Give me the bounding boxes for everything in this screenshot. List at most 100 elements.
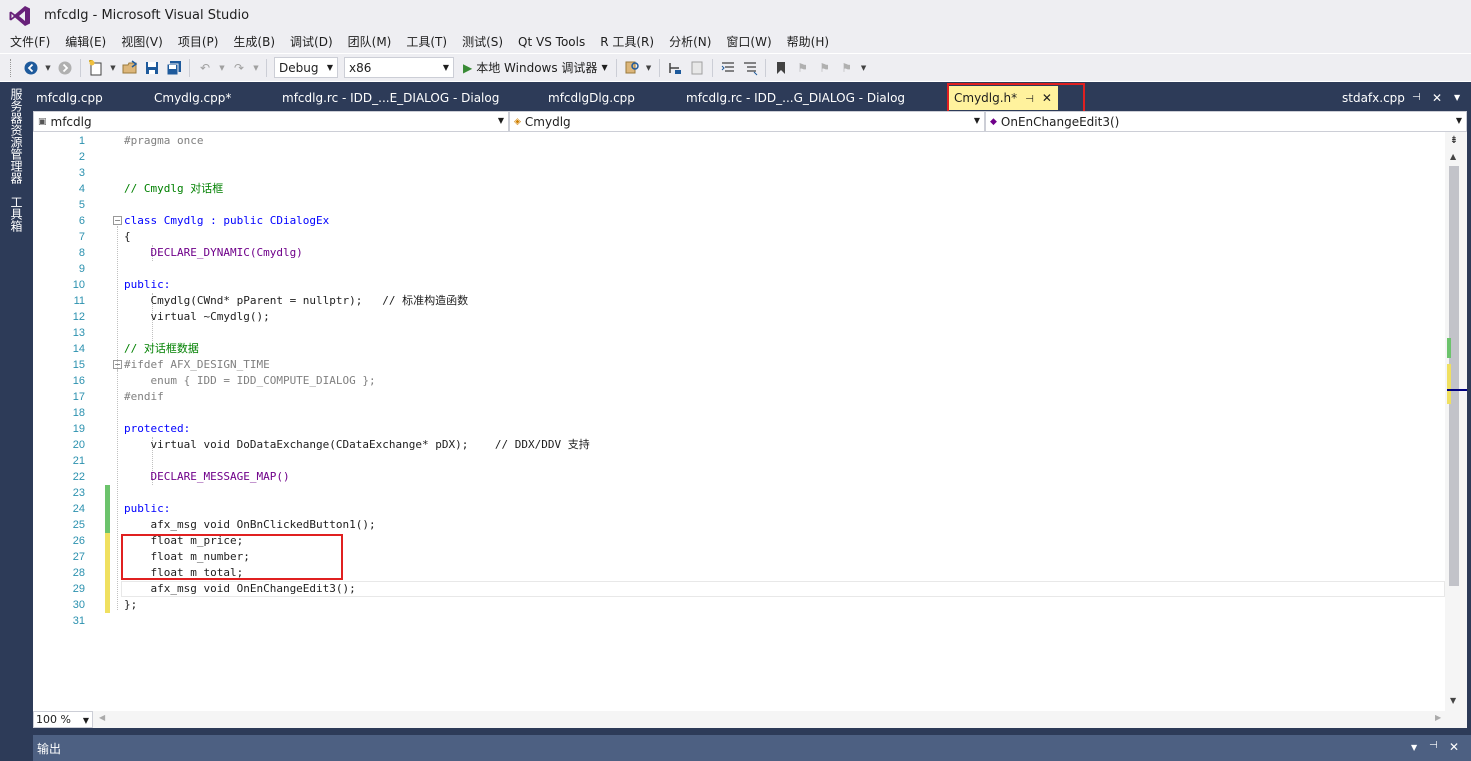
menu-debug[interactable]: 调试(D) — [284, 31, 339, 53]
overflow-icon[interactable]: ▼ — [645, 59, 653, 77]
save-icon[interactable] — [143, 59, 161, 77]
solution-platform-select[interactable]: x86 ▼ — [344, 57, 454, 78]
class-dropdown[interactable]: ◈ Cmydlg ▼ — [509, 111, 985, 132]
menu-team[interactable]: 团队(M) — [342, 31, 398, 53]
close-icon[interactable]: ✕ — [1449, 740, 1459, 754]
chevron-down-icon: ▼ — [973, 116, 980, 125]
menu-file[interactable]: 文件(F) — [4, 31, 56, 53]
line-number: 14 — [72, 343, 85, 355]
menu-project[interactable]: 项目(P) — [172, 31, 225, 53]
tab-mfcdlg-rc-compute-dialog[interactable]: mfcdlg.rc - IDD_...E_DIALOG - Dialog — [282, 86, 499, 110]
code-line: DECLARE_MESSAGE_MAP() — [124, 470, 290, 483]
pin-icon[interactable]: ⊣ — [1429, 740, 1438, 751]
code-line: Cmydlg(CWnd* pParent = nullptr); // 标准构造… — [124, 294, 469, 307]
menu-window[interactable]: 窗口(W) — [720, 31, 777, 53]
start-debugging-button[interactable]: ▶ 本地 Windows 调试器 ▼ — [463, 59, 608, 76]
unsaved-change-marker — [105, 533, 110, 613]
step-over-icon[interactable] — [688, 59, 706, 77]
redo-icon[interactable]: ↷ — [230, 59, 248, 77]
menu-tools[interactable]: 工具(T) — [400, 31, 453, 53]
output-pane-header[interactable]: 输出 ▼ ⊣ ✕ — [33, 735, 1471, 761]
bookmark-icon[interactable] — [772, 59, 790, 77]
open-file-icon[interactable] — [121, 59, 139, 77]
line-number: 13 — [72, 327, 85, 339]
uncomment-lines-icon[interactable] — [741, 59, 759, 77]
line-number: 1 — [78, 135, 85, 147]
previous-bookmark-icon[interactable]: ⚑ — [794, 59, 812, 77]
zoom-select[interactable]: 100 % ▼ — [33, 711, 93, 728]
toolbox-tab[interactable]: 工具箱 — [8, 196, 24, 232]
line-number: 6 — [78, 215, 85, 227]
dropdown-arrow-icon[interactable]: ▼ — [44, 59, 52, 77]
code-line: afx_msg void OnBnClickedButton1(); — [124, 518, 376, 531]
tab-cmydlg-cpp[interactable]: Cmydlg.cpp* — [154, 86, 231, 110]
line-number: 29 — [72, 583, 85, 595]
toolbar-grip[interactable] — [10, 58, 14, 77]
menu-help[interactable]: 帮助(H) — [781, 31, 835, 53]
title-bar: mfcdlg - Microsoft Visual Studio — [0, 0, 1471, 31]
window-title: mfcdlg - Microsoft Visual Studio — [44, 8, 250, 23]
vertical-scrollbar[interactable]: ⇟ ▲ ▼ — [1445, 132, 1467, 711]
chevron-down-icon: ▼ — [497, 116, 504, 125]
play-icon: ▶ — [463, 60, 473, 75]
menu-view[interactable]: 视图(V) — [115, 31, 169, 53]
navigate-forward-icon[interactable] — [56, 59, 74, 77]
clear-bookmarks-icon[interactable]: ⚑ — [838, 59, 856, 77]
toolbar-overflow-icon[interactable]: ▼ — [860, 59, 868, 77]
solution-configuration-value: Debug — [279, 60, 319, 75]
line-number: 11 — [73, 295, 85, 307]
scroll-down-icon[interactable]: ▼ — [1450, 696, 1456, 705]
comment-lines-icon[interactable] — [719, 59, 737, 77]
line-number: 15 — [72, 359, 85, 371]
split-editor-icon[interactable]: ⇟ — [1447, 134, 1461, 148]
project-dropdown[interactable]: ▣ mfcdlg ▼ — [33, 111, 509, 132]
menu-bar: 文件(F) 编辑(E) 视图(V) 项目(P) 生成(B) 调试(D) 团队(M… — [0, 31, 1471, 53]
member-dropdown[interactable]: ◆ OnEnChangeEdit3() ▼ — [985, 111, 1467, 132]
code-line: protected: — [124, 422, 191, 435]
horizontal-scrollbar[interactable]: 100 % ▼ ◀ ▶ — [33, 711, 1467, 728]
code-editor[interactable]: 1 2 3 4 5 6 7 8 9 10 11 12 13 14 15 16 1… — [33, 132, 1445, 711]
next-bookmark-icon[interactable]: ⚑ — [816, 59, 834, 77]
scroll-right-icon[interactable]: ▶ — [1435, 713, 1441, 722]
line-number: 26 — [72, 535, 85, 547]
tab-list-dropdown-icon[interactable]: ▼ — [1454, 86, 1460, 110]
dropdown-arrow-icon[interactable]: ▼ — [252, 59, 260, 77]
menu-analyze[interactable]: 分析(N) — [663, 31, 717, 53]
close-icon[interactable]: ✕ — [1432, 86, 1442, 110]
step-into-icon[interactable] — [666, 59, 684, 77]
navigation-bar: ▣ mfcdlg ▼ ◈ Cmydlg ▼ ◆ OnEnChangeEdit3(… — [33, 111, 1467, 132]
scroll-left-icon[interactable]: ◀ — [99, 713, 105, 722]
save-all-icon[interactable] — [165, 59, 183, 77]
undo-icon[interactable]: ↶ — [196, 59, 214, 77]
server-explorer-tab[interactable]: 服务器资源管理器 — [8, 88, 24, 184]
window-menu-icon[interactable]: ▼ — [1411, 743, 1417, 752]
code-line: class Cmydlg : public CDialogEx — [124, 214, 330, 227]
scrollbar-change-marker — [1447, 338, 1451, 358]
menu-build[interactable]: 生成(B) — [227, 31, 281, 53]
menu-r-tools[interactable]: R 工具(R) — [594, 31, 660, 53]
scroll-up-icon[interactable]: ▲ — [1450, 152, 1456, 161]
navigate-back-icon[interactable] — [22, 59, 40, 77]
dropdown-arrow-icon[interactable]: ▼ — [109, 59, 117, 77]
dropdown-arrow-icon[interactable]: ▼ — [218, 59, 226, 77]
find-in-files-icon[interactable] — [623, 59, 641, 77]
line-number: 2 — [78, 151, 85, 163]
menu-edit[interactable]: 编辑(E) — [59, 31, 112, 53]
menu-qt-vs-tools[interactable]: Qt VS Tools — [512, 31, 591, 53]
pin-icon[interactable]: ⊣ — [1412, 86, 1421, 110]
tab-mfcdlgdlg-cpp[interactable]: mfcdlgDlg.cpp — [548, 86, 635, 110]
visual-studio-logo-icon — [8, 4, 32, 28]
menu-test[interactable]: 测试(S) — [456, 31, 509, 53]
line-number: 18 — [72, 407, 85, 419]
scrollbar-change-marker — [1447, 364, 1451, 404]
new-project-icon[interactable] — [87, 59, 105, 77]
solution-configuration-select[interactable]: Debug ▼ — [274, 57, 338, 78]
tab-mfcdlg-cpp[interactable]: mfcdlg.cpp — [36, 86, 103, 110]
collapse-outline-icon[interactable]: − — [113, 216, 122, 225]
tab-stdafx-cpp[interactable]: stdafx.cpp — [1342, 86, 1405, 110]
tab-mfcdlg-rc-mfcdlg-dialog[interactable]: mfcdlg.rc - IDD_...G_DIALOG - Dialog — [686, 86, 905, 110]
code-highlight-box — [121, 534, 343, 580]
code-line: #pragma once — [124, 134, 204, 147]
code-line: enum { IDD = IDD_COMPUTE_DIALOG }; — [124, 374, 376, 387]
left-tool-window-bar: 服务器资源管理器 工具箱 — [0, 82, 30, 761]
